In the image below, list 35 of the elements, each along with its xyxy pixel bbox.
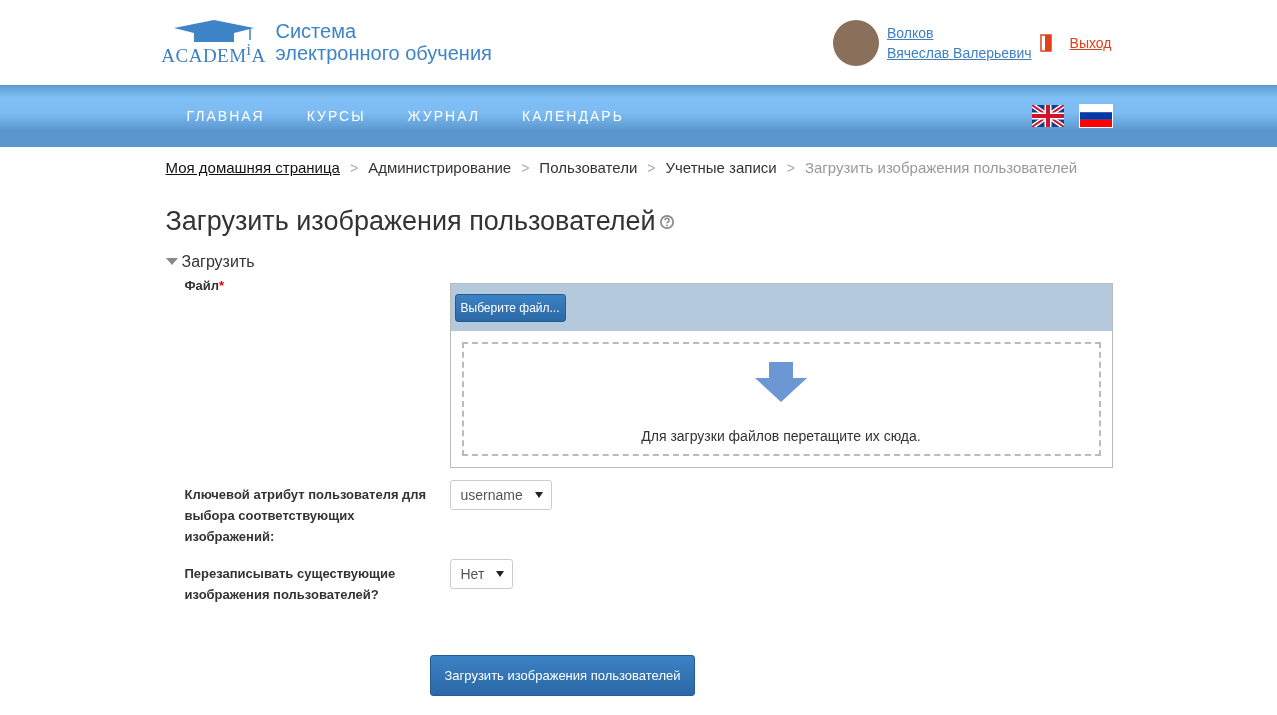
select-field[interactable]: username bbox=[449, 480, 552, 510]
page-title: Загрузить изображения пользователей bbox=[165, 206, 656, 237]
drop-zone[interactable]: Для загрузки файлов перетащите их сюда. bbox=[461, 342, 1101, 456]
user-name-link[interactable]: Волков bbox=[887, 22, 1032, 43]
russia-flag-icon[interactable] bbox=[1079, 105, 1112, 127]
submit-button[interactable]: Загрузить изображения пользователей bbox=[429, 655, 696, 696]
breadcrumb-item[interactable]: Моя домашняя страница bbox=[165, 159, 340, 176]
field-label: Перезаписывать существующие изображения пользователей? bbox=[184, 565, 397, 604]
breadcrumb-item[interactable]: Пользователи bbox=[539, 159, 638, 176]
breadcrumb-separator: > bbox=[647, 159, 656, 176]
site-title: Система электронного обучения bbox=[275, 20, 492, 65]
help-icon[interactable] bbox=[658, 213, 675, 230]
field-label: Файл* bbox=[184, 277, 226, 295]
drop-hint: Для загрузки файлов перетащите их сюда. bbox=[641, 428, 921, 444]
caret-icon bbox=[165, 258, 178, 266]
caret-icon bbox=[496, 571, 505, 577]
breadcrumb-item[interactable]: Загрузить изображения пользователей bbox=[804, 159, 1078, 176]
caret-icon bbox=[534, 492, 543, 498]
logo-text: ACADEM$^{i}$A bbox=[161, 41, 266, 66]
field-label: Ключевой атрибут пользователя для выбора соответствующих изображений: bbox=[184, 486, 428, 546]
uk-flag-icon[interactable] bbox=[1031, 105, 1064, 127]
door-icon bbox=[1039, 33, 1052, 52]
select-field[interactable]: Нет bbox=[449, 559, 514, 589]
breadcrumb-separator: > bbox=[521, 159, 530, 176]
choose-file-button[interactable]: Выберите файл... bbox=[454, 293, 566, 322]
breadcrumb-item[interactable]: Учетные записи bbox=[665, 159, 777, 176]
breadcrumb-separator: > bbox=[786, 159, 795, 176]
breadcrumb-separator: > bbox=[349, 159, 359, 176]
section-toggle[interactable]: Загрузить bbox=[165, 253, 1112, 271]
avatar[interactable] bbox=[833, 19, 879, 66]
breadcrumb-item[interactable]: Администрирование bbox=[368, 159, 512, 176]
user-name-link[interactable]: Вячеслав Валерьевич bbox=[887, 42, 1032, 63]
graduation-cap-icon bbox=[173, 19, 254, 42]
logout-link[interactable]: Выход bbox=[1069, 34, 1112, 51]
down-arrow-icon bbox=[755, 362, 807, 402]
